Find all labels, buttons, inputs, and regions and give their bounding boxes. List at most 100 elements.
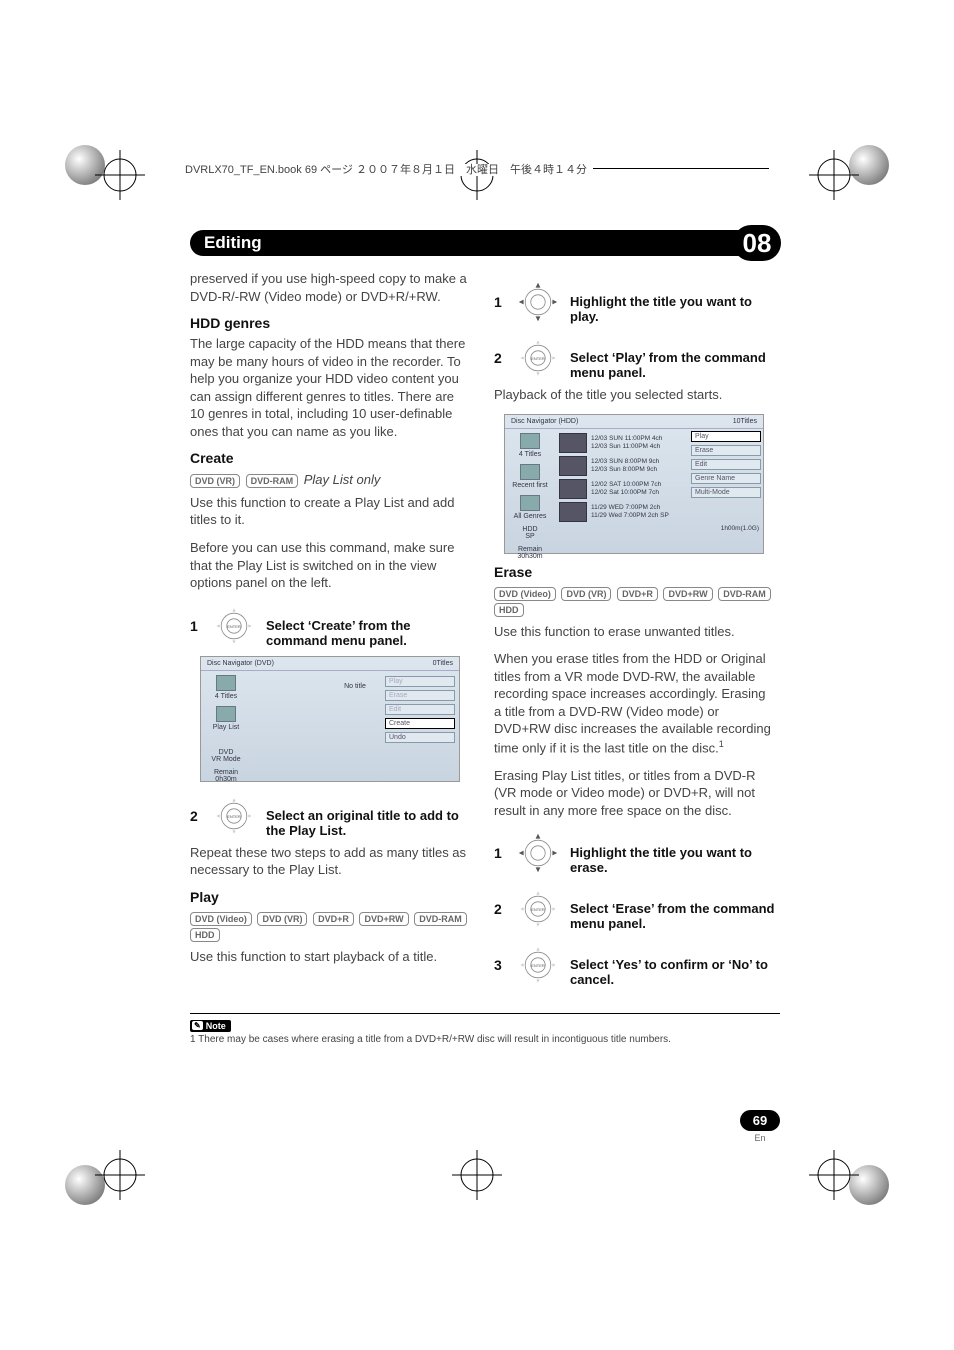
print-header: DVRLX70_TF_EN.book 69 ページ ２００７年８月１日 水曜日 … bbox=[185, 168, 769, 185]
para-preserved: preserved if you use high-speed copy to … bbox=[190, 270, 472, 305]
shot-row: 12/03 Sun 8:00PM 9ch bbox=[591, 466, 657, 473]
para-hdd-genres: The large capacity of the HDD means that… bbox=[190, 335, 472, 440]
step-text: Select ‘Yes’ to confirm or ‘No’ to cance… bbox=[570, 941, 776, 987]
chip-dvd-vr: DVD (VR) bbox=[190, 474, 240, 488]
shot-menu-item: Create bbox=[385, 718, 455, 729]
chip: DVD (VR) bbox=[561, 587, 611, 601]
shot-menu-item: Genre Name bbox=[691, 473, 761, 484]
step-text: Select ‘Erase’ from the command menu pan… bbox=[570, 885, 776, 931]
page-number-box: 69 En bbox=[740, 1110, 780, 1143]
play-body: Use this function to start playback of a… bbox=[190, 948, 472, 966]
note-block: Note 1 There may be cases where erasing … bbox=[190, 1013, 780, 1045]
shot-duration: 1h00m(1.0G) bbox=[559, 525, 759, 532]
step-number: 1 bbox=[190, 602, 202, 634]
step-number: 1 bbox=[494, 278, 506, 310]
erase-body2: When you erase titles from the HDD or Or… bbox=[494, 650, 776, 757]
print-header-text: DVRLX70_TF_EN.book 69 ページ ２００７年８月１日 水曜日 … bbox=[185, 164, 593, 176]
create-step-2: 2 Select an original title to add to the… bbox=[190, 792, 472, 840]
navpad-arrows-icon bbox=[514, 829, 562, 877]
reg-mark bbox=[95, 1150, 145, 1200]
shot-side-label: HDD SP bbox=[522, 526, 537, 540]
shot-side-label: All Genres bbox=[514, 513, 547, 520]
reg-mark bbox=[809, 150, 859, 200]
shot-row: 11/29 WED 7:00PM 2ch bbox=[591, 504, 660, 511]
shot-row: 12/03 Sun 11:00PM 4ch bbox=[591, 443, 660, 450]
shot-menu-item: Erase bbox=[385, 690, 455, 701]
chapter-header: Editing 08 bbox=[190, 230, 780, 256]
erase-step-3: 3 Select ‘Yes’ to confirm or ‘No’ to can… bbox=[494, 941, 776, 989]
navpad-enter-icon bbox=[514, 941, 562, 989]
screenshot-disc-navigator-hdd: Disc Navigator (HDD) 10Titles 4 Titles R… bbox=[504, 414, 764, 554]
chip: DVD+RW bbox=[359, 912, 408, 926]
play-step-1: 1 Highlight the title you want to play. bbox=[494, 278, 776, 326]
reg-mark bbox=[809, 1150, 859, 1200]
chip: DVD+RW bbox=[663, 587, 712, 601]
create-chips-row: DVD (VR) DVD-RAM Play List only bbox=[190, 472, 472, 488]
heading-hdd-genres: HDD genres bbox=[190, 315, 472, 331]
reg-mark bbox=[95, 150, 145, 200]
chip: DVD+R bbox=[313, 912, 354, 926]
chip-dvd-ram: DVD-RAM bbox=[246, 474, 299, 488]
page-number: 69 bbox=[740, 1110, 780, 1131]
chapter-number: 08 bbox=[733, 225, 781, 261]
step-number: 2 bbox=[494, 885, 506, 917]
heading-play: Play bbox=[190, 889, 472, 905]
create-step2-body: Repeat these two steps to add as many ti… bbox=[190, 844, 472, 879]
erase-body3: Erasing Play List titles, or titles from… bbox=[494, 767, 776, 820]
chip: DVD-RAM bbox=[718, 587, 771, 601]
navpad-enter-icon bbox=[210, 792, 258, 840]
shot-menu-item: Multi-Mode bbox=[691, 487, 761, 498]
shot-title: Disc Navigator (HDD) bbox=[511, 418, 578, 425]
shot-side-label: 4 Titles bbox=[215, 693, 237, 700]
shot-row: 12/02 SAT 10:00PM 7ch bbox=[591, 481, 661, 488]
play-step-2: 2 Select ‘Play’ from the command menu pa… bbox=[494, 334, 776, 382]
heading-create: Create bbox=[190, 450, 472, 466]
shot-title: Disc Navigator (DVD) bbox=[207, 660, 274, 667]
erase-step-2: 2 Select ‘Erase’ from the command menu p… bbox=[494, 885, 776, 933]
right-column: 1 Highlight the title you want to play. … bbox=[494, 270, 776, 993]
shot-row: 12/02 Sat 10:00PM 7ch bbox=[591, 489, 659, 496]
shot-side-label: Remain 30h30m bbox=[517, 546, 542, 560]
shot-count: 0Titles bbox=[433, 660, 453, 667]
chip: DVD (VR) bbox=[257, 912, 307, 926]
navpad-enter-icon bbox=[514, 885, 562, 933]
shot-menu-item: Edit bbox=[691, 459, 761, 470]
shot-menu-item: Erase bbox=[691, 445, 761, 456]
shot-menu-item: Play bbox=[385, 676, 455, 687]
chapter-title: Editing bbox=[204, 233, 733, 253]
create-step-1: 1 Select ‘Create’ from the command menu … bbox=[190, 602, 472, 650]
create-body1: Use this function to create a Play List … bbox=[190, 494, 472, 529]
shot-count: 10Titles bbox=[733, 418, 757, 425]
shot-row: 12/03 SUN 8:00PM 9ch bbox=[591, 458, 659, 465]
step-text: Select ‘Create’ from the command menu pa… bbox=[266, 602, 472, 648]
chip: DVD-RAM bbox=[414, 912, 467, 926]
reg-mark bbox=[452, 1150, 502, 1200]
erase-body1: Use this function to erase unwanted titl… bbox=[494, 623, 776, 641]
shot-side-label: DVD VR Mode bbox=[211, 749, 240, 763]
erase-chips-row: DVD (Video) DVD (VR) DVD+R DVD+RW DVD-RA… bbox=[494, 586, 776, 617]
left-column: preserved if you use high-speed copy to … bbox=[190, 270, 472, 993]
step-text: Highlight the title you want to erase. bbox=[570, 829, 776, 875]
shot-menu-item: Play bbox=[691, 431, 761, 442]
shot-side-label: Remain 0h30m bbox=[214, 769, 238, 783]
note-text: 1 There may be cases where erasing a tit… bbox=[190, 1034, 780, 1045]
step-text: Select ‘Play’ from the command menu pane… bbox=[570, 334, 776, 380]
page-lang: En bbox=[740, 1133, 780, 1143]
chip: HDD bbox=[494, 603, 524, 617]
step-number: 2 bbox=[190, 792, 202, 824]
play-chips-row: DVD (Video) DVD (VR) DVD+R DVD+RW DVD-RA… bbox=[190, 911, 472, 942]
chip: DVD+R bbox=[617, 587, 658, 601]
navpad-enter-icon bbox=[514, 334, 562, 382]
footnote-ref: 1 bbox=[719, 739, 724, 749]
play-step2-body: Playback of the title you selected start… bbox=[494, 386, 776, 404]
step-text: Highlight the title you want to play. bbox=[570, 278, 776, 324]
erase-body2-text: When you erase titles from the HDD or Or… bbox=[494, 651, 771, 755]
step-text: Select an original title to add to the P… bbox=[266, 792, 472, 838]
shot-side-label: Play List bbox=[213, 724, 239, 731]
navpad-arrows-icon bbox=[514, 278, 562, 326]
shot-side-label: 4 Titles bbox=[519, 451, 541, 458]
chip: HDD bbox=[190, 928, 220, 942]
shot-menu-item: Undo bbox=[385, 732, 455, 743]
erase-step-1: 1 Highlight the title you want to erase. bbox=[494, 829, 776, 877]
shot-row: 12/03 SUN 11:00PM 4ch bbox=[591, 435, 662, 442]
